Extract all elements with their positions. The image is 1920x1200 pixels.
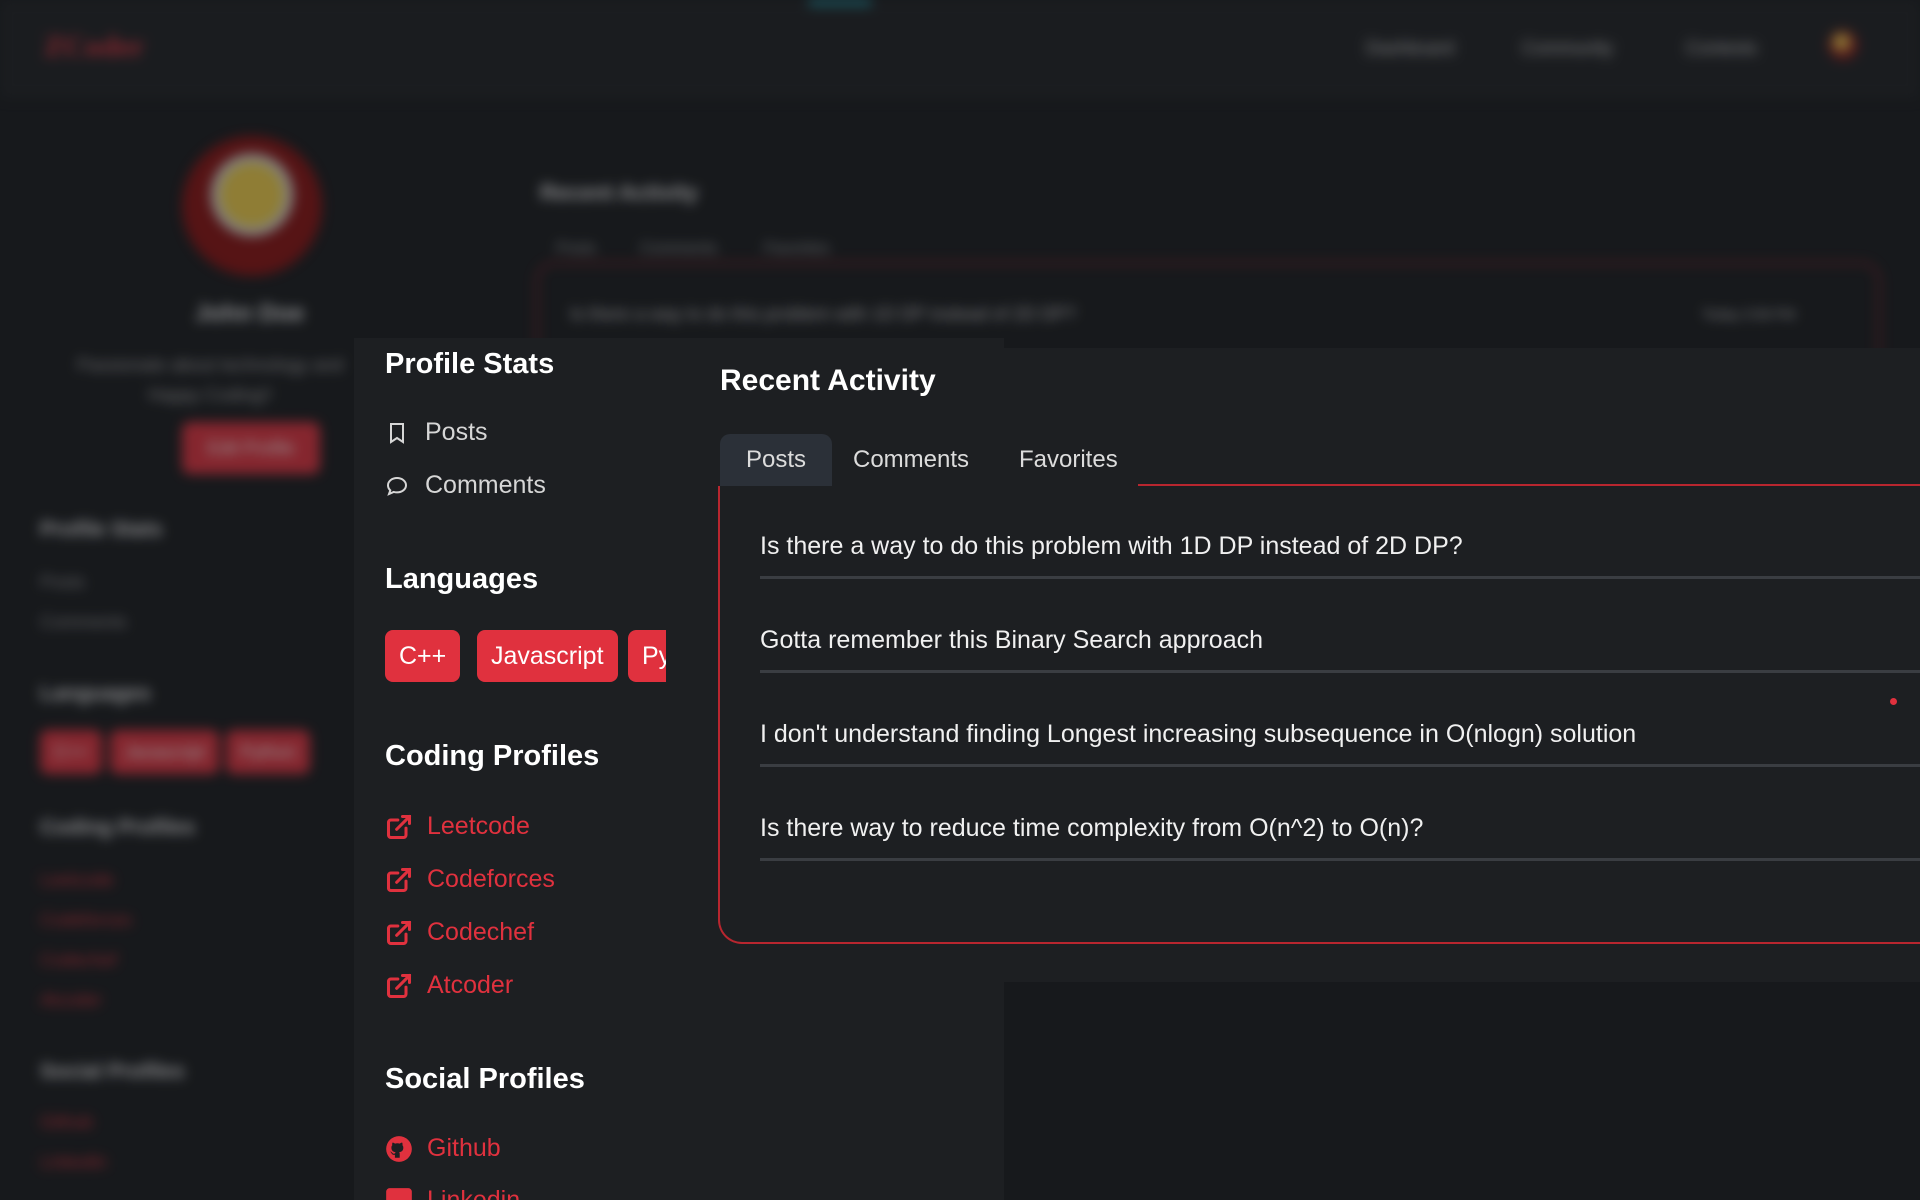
nav-dashboard[interactable]: Dashboard (1366, 38, 1454, 59)
bg-tab-posts[interactable]: Posts (556, 240, 596, 258)
language-pill-javascript: Javascript (477, 630, 618, 682)
profile-bio: Passionate about technology and Happy Co… (76, 355, 344, 405)
link-leetcode[interactable]: Leetcode (385, 812, 530, 841)
loading-indicator (808, 0, 872, 5)
post-divider (760, 764, 1920, 767)
tab-favorites[interactable]: Favorites (993, 434, 1144, 486)
tab-posts[interactable]: Posts (720, 434, 833, 486)
external-link-icon (386, 814, 412, 839)
bg-recent-activity-title: Recent Activity (540, 180, 699, 205)
link-github-label: Github (427, 1134, 501, 1162)
language-pill-python: Py (628, 630, 666, 682)
bg-link-leetcode[interactable]: Leetcode (40, 870, 114, 891)
profile-stats-title: Profile Stats (385, 348, 555, 380)
bg-tab-favorites[interactable]: Favorites (764, 240, 830, 258)
bg-link-linkedin[interactable]: Linkedin (40, 1152, 107, 1173)
link-codechef[interactable]: Codechef (385, 918, 534, 947)
external-link-icon (386, 920, 412, 945)
profile-avatar (182, 136, 322, 276)
post-divider (760, 576, 1920, 579)
bg-language-pill: Python (226, 730, 311, 774)
coding-profiles-title: Coding Profiles (385, 740, 600, 772)
bg-post-timestamp: Today 3:58 PM (1702, 306, 1796, 322)
nav-contests[interactable]: Contests (1686, 38, 1757, 59)
link-linkedin[interactable]: Linkedin (385, 1186, 520, 1200)
recent-activity-title: Recent Activity (720, 364, 936, 397)
language-pill-cpp: C++ (385, 630, 461, 682)
linkedin-icon (386, 1187, 412, 1200)
bg-post-row[interactable]: Is there a way to do this problem with 1… (570, 304, 1076, 325)
bg-link-codeforces[interactable]: Codeforces (40, 910, 132, 931)
bg-language-pill: C++ (40, 730, 103, 774)
link-linkedin-label: Linkedin (427, 1186, 521, 1200)
bg-link-codechef[interactable]: Codechef (40, 950, 117, 971)
stat-comments-label: Comments (425, 471, 546, 499)
post-item[interactable]: Gotta remember this Binary Search approa… (760, 626, 1920, 655)
language-pill-python-clip: Py (628, 630, 666, 682)
stat-posts[interactable]: Posts (385, 418, 488, 447)
comment-icon (386, 476, 408, 496)
social-profiles-title: Social Profiles (385, 1063, 585, 1095)
link-codeforces-label: Codeforces (427, 865, 555, 893)
bg-stat-comments: Comments (40, 612, 128, 632)
post-item[interactable]: Is there a way to do this problem with 1… (760, 532, 1920, 561)
post-divider (760, 670, 1920, 673)
bg-tab-comments[interactable]: Comments (640, 240, 717, 258)
bg-coding-profiles-title: Coding Profiles (40, 816, 196, 839)
link-codechef-label: Codechef (427, 918, 535, 946)
link-atcoder-label: Atcoder (427, 971, 514, 999)
link-codeforces[interactable]: Codeforces (385, 865, 555, 894)
stat-comments[interactable]: Comments (385, 471, 546, 500)
bg-link-atcoder[interactable]: Atcoder (40, 990, 102, 1011)
external-link-icon (386, 867, 412, 892)
link-github[interactable]: Github (385, 1134, 501, 1163)
bg-social-profiles-title: Social Profiles (40, 1060, 185, 1083)
bg-languages-title: Languages (40, 682, 151, 705)
brand-logo[interactable]: ZCoder (44, 30, 144, 64)
unread-dot-icon (1890, 698, 1897, 705)
bg-language-pill: Javascript (110, 730, 220, 774)
profile-name: John Doe (195, 300, 305, 327)
bg-profile-stats-title: Profile Stats (40, 518, 163, 541)
post-item[interactable]: Is there way to reduce time complexity f… (760, 814, 1920, 843)
link-leetcode-label: Leetcode (427, 812, 530, 840)
top-navbar (0, 0, 1920, 98)
github-icon (386, 1135, 412, 1162)
edit-profile-button[interactable]: Edit Profile (182, 422, 320, 474)
languages-title: Languages (385, 563, 539, 595)
external-link-icon (386, 973, 412, 998)
bg-link-github[interactable]: Github (40, 1112, 93, 1133)
tab-comments[interactable]: Comments (827, 434, 995, 486)
nav-community[interactable]: Community (1522, 38, 1613, 59)
bookmark-icon (390, 422, 404, 444)
post-item[interactable]: I don't understand finding Longest incre… (760, 720, 1920, 749)
user-avatar-icon[interactable] (1828, 30, 1858, 60)
link-atcoder[interactable]: Atcoder (385, 971, 513, 1000)
post-divider (760, 858, 1920, 861)
stat-posts-label: Posts (425, 418, 488, 446)
bg-stat-posts: Posts (40, 572, 86, 592)
